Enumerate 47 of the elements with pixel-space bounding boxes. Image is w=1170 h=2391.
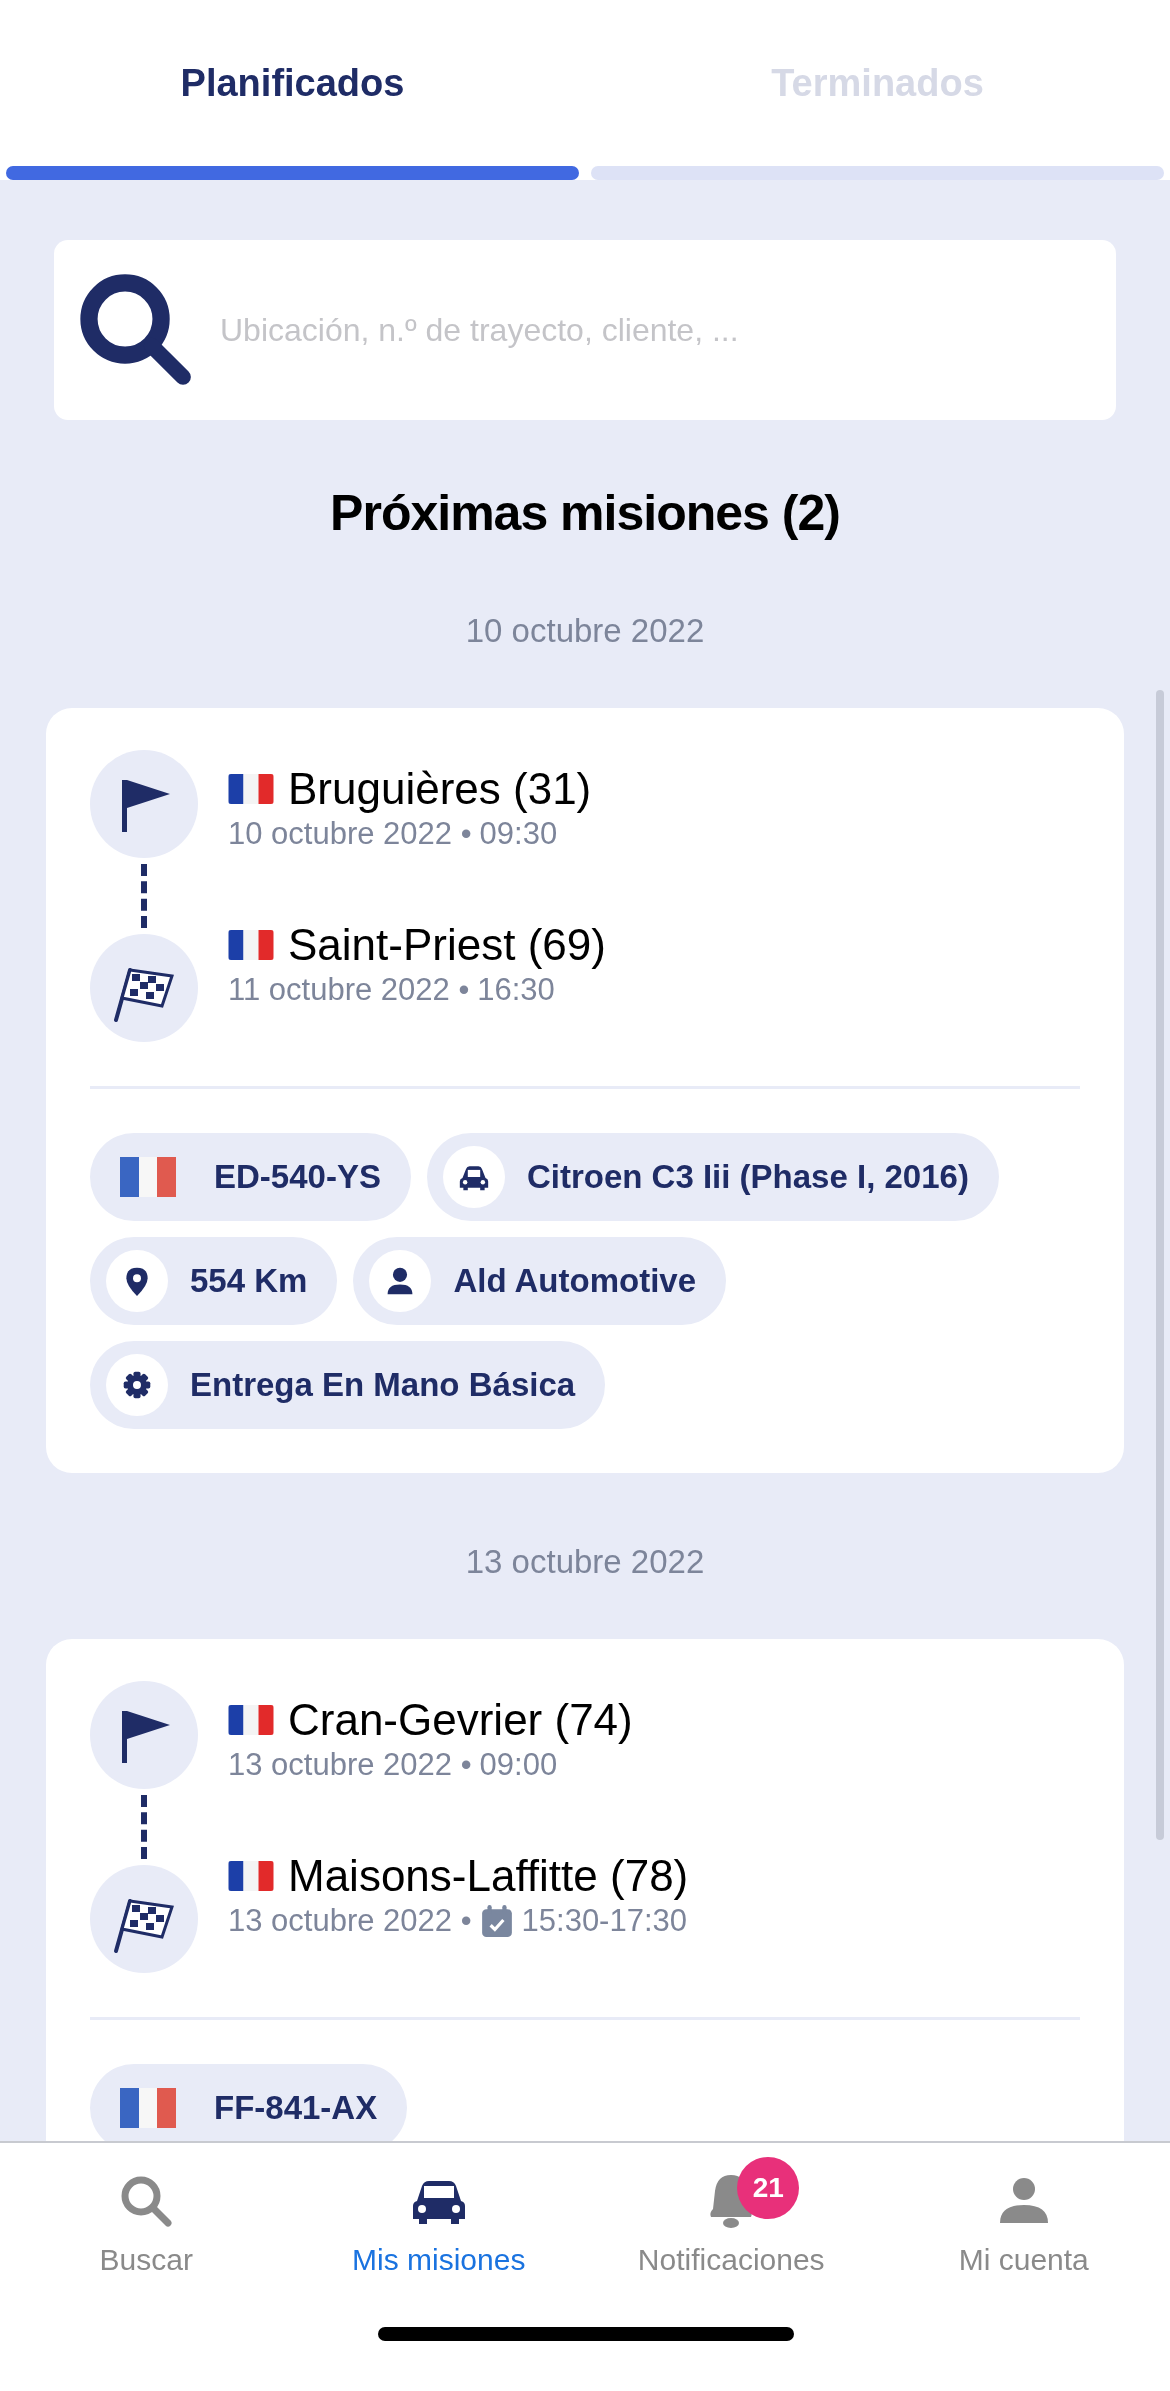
car-icon [442, 1146, 505, 1208]
nav-tab[interactable]: 21 Notificaciones [585, 2143, 878, 2293]
stop-date: 13 octubre 2022 • [228, 1747, 472, 1783]
france-flag-icon [120, 2088, 176, 2128]
stop-date: 10 octubre 2022 • [228, 816, 472, 852]
stop-time: 16:30 [477, 972, 555, 1008]
place-name: Maisons-Laffitte (78) [288, 1851, 689, 1901]
gear-icon [106, 1354, 168, 1416]
search-input[interactable]: Ubicación, n.º de trayecto, cliente, ... [218, 310, 1092, 350]
checkered-flag-icon [90, 1865, 198, 1973]
date-heading: 10 octubre 2022 [464, 612, 706, 650]
checkered-flag-icon [90, 934, 198, 1042]
notification-badge: 21 [737, 2157, 800, 2219]
stop-date: 13 octubre 2022 • [228, 1903, 472, 1939]
france-flag-icon [228, 1705, 274, 1735]
flag-icon [90, 750, 198, 858]
france-flag-icon [228, 930, 274, 960]
section-title: Próximas misiones (2) [329, 484, 841, 542]
mission-card[interactable]: Cran-Gevrier (74) 13 octubre 2022 • 09:00 Maisons-Laffitte (78) 13 octubre 2022 • 15:30-17:30 FF-841-AX [46, 1639, 1124, 2141]
search-icon [78, 272, 194, 388]
stop-time: 09:30 [479, 816, 558, 852]
stop-date: 11 octubre 2022 • [228, 972, 470, 1008]
nav-tab[interactable]: Mis misiones [292, 2143, 585, 2293]
place-name: Bruguières (31) [288, 764, 592, 814]
mission-card[interactable]: Bruguières (31) 10 octubre 2022 • 09:30 Saint-Priest (69) 11 octubre 2022 • 16:30 ED-540-YS Citroen C3 Iii (Phase I, 2016) 554 Km Ald Automotive Entrega En Mano Básica [46, 708, 1124, 1473]
france-flag-icon [228, 1861, 274, 1891]
stop-time: 09:00 [479, 1747, 558, 1783]
nav-tab[interactable]: Buscar [0, 2143, 293, 2293]
info-chip: ED-540-YS [90, 1133, 411, 1221]
person-icon [369, 1250, 432, 1312]
location-pin-icon [106, 1250, 168, 1312]
info-chip: 554 Km [90, 1237, 338, 1325]
france-flag-icon [120, 1157, 176, 1197]
info-chip: FF-841-AX [90, 2064, 408, 2141]
date-heading: 13 octubre 2022 [464, 1543, 706, 1581]
flag-icon [90, 1681, 198, 1789]
place-name: Saint-Priest (69) [288, 920, 606, 970]
nav-tab[interactable]: Mi cuenta [877, 2143, 1170, 2293]
info-chip: Ald Automotive [353, 1237, 726, 1325]
route-connector [141, 864, 147, 928]
info-chip: Entrega En Mano Básica [90, 1341, 606, 1429]
stop-time: 15:30-17:30 [521, 1903, 688, 1939]
info-chip: Citroen C3 Iii (Phase I, 2016) [426, 1133, 999, 1221]
place-name: Cran-Gevrier (74) [288, 1695, 633, 1745]
france-flag-icon [228, 774, 274, 804]
tab[interactable]: Planificados [180, 62, 405, 105]
route-connector [141, 1795, 147, 1859]
